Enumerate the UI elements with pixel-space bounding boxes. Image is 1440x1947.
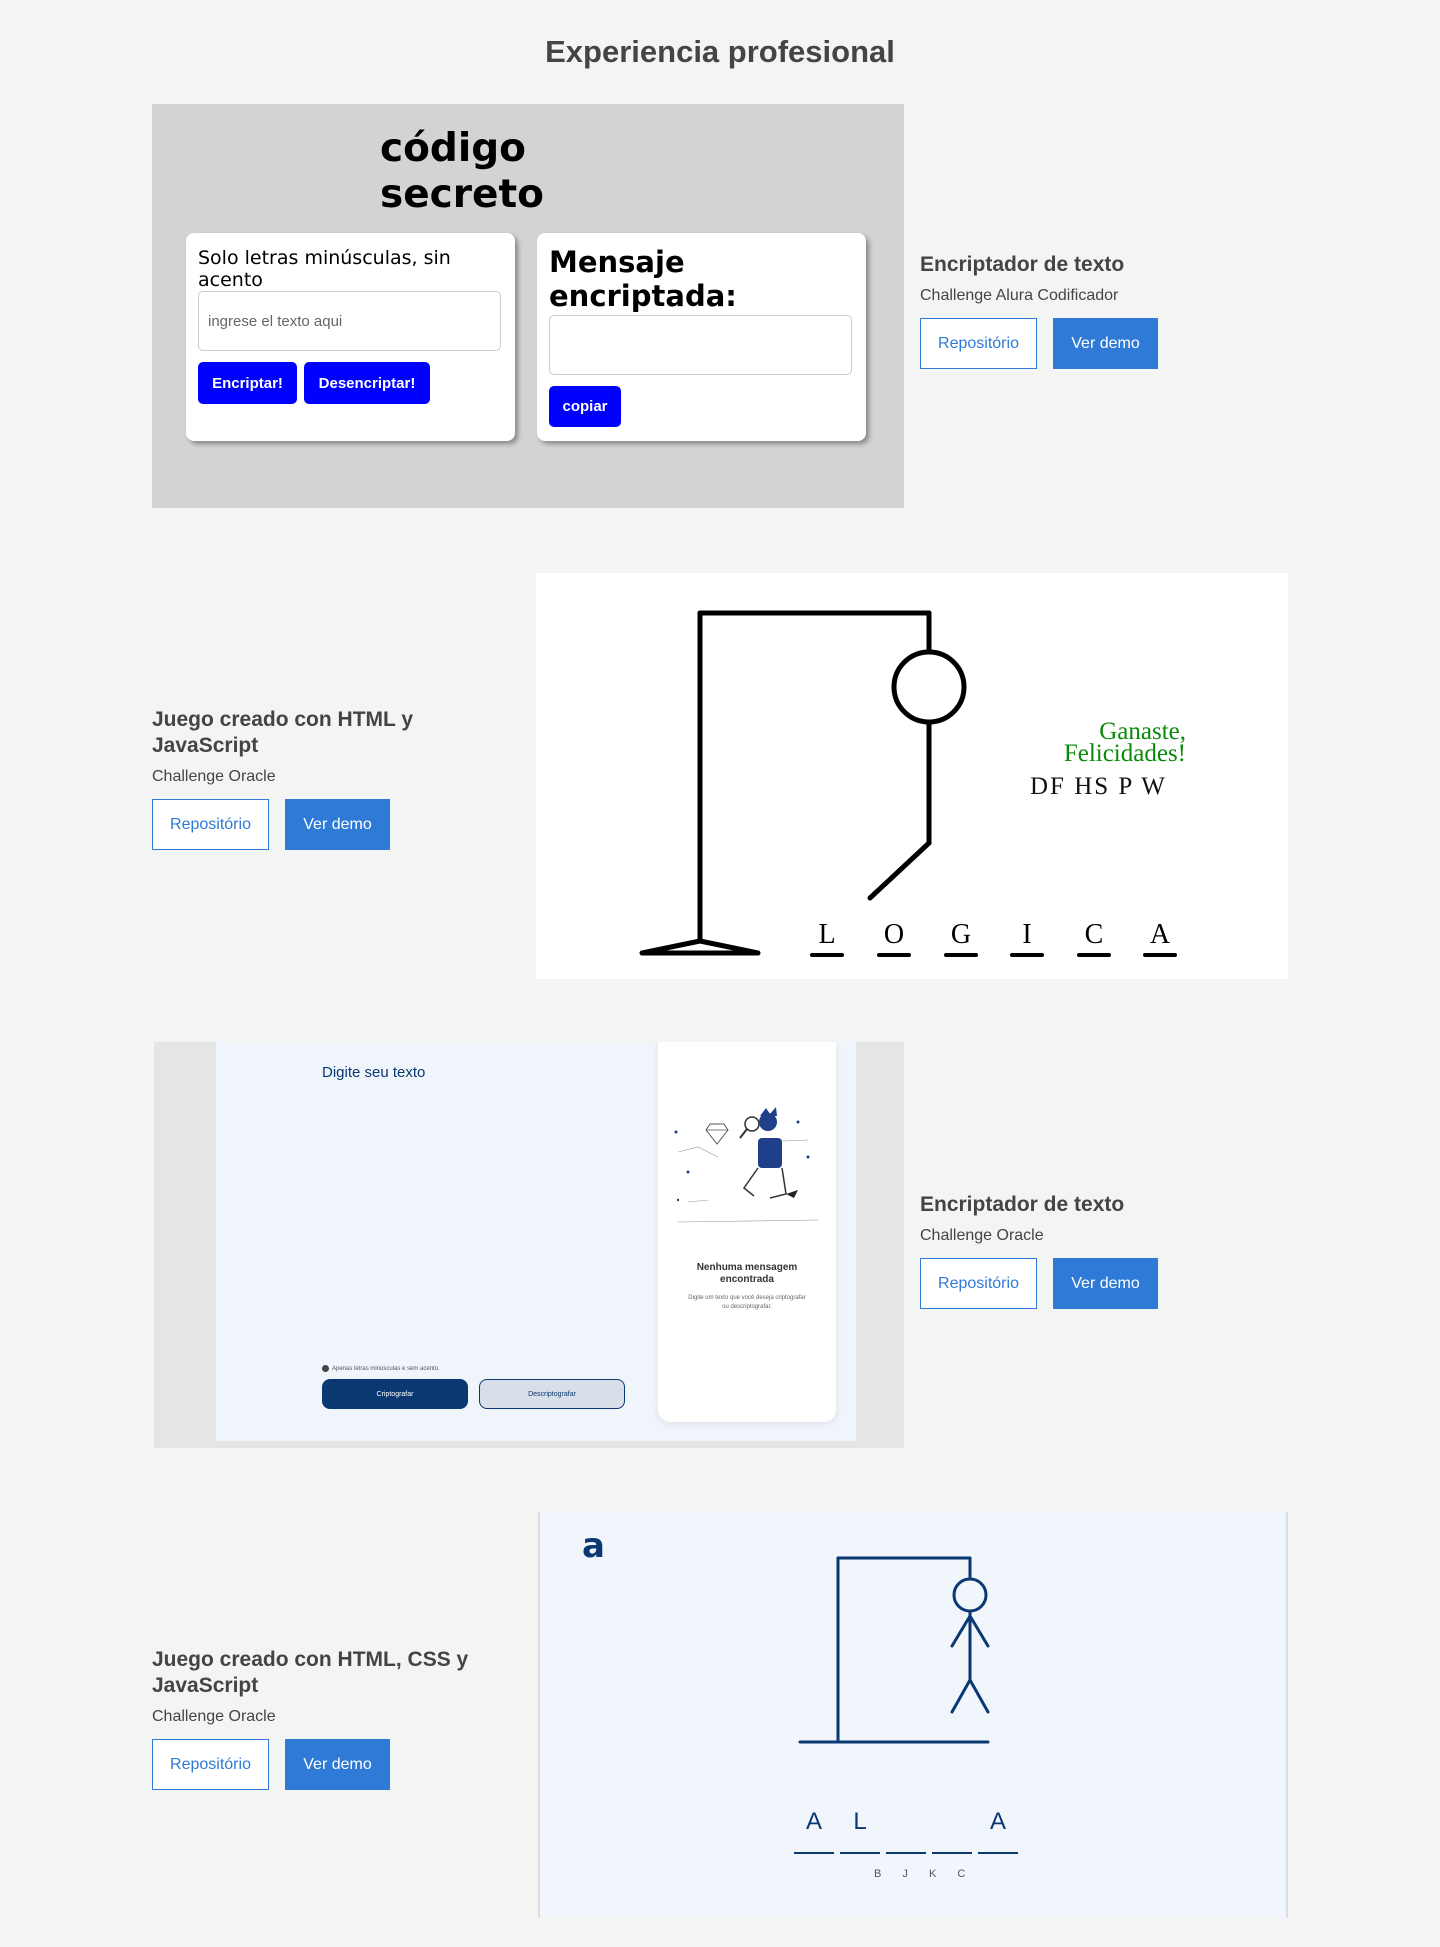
preview-note: Apenas letras minúsculas e sem acento. [322,1365,440,1372]
preview-app-title: código secreto [380,126,544,217]
letter-slot [944,953,978,957]
view-demo-button[interactable]: Ver demo [1053,1258,1158,1309]
preview-encrypt-button: Criptografar [322,1379,468,1409]
project-title: Juego creado con HTML y JavaScript [152,708,413,757]
word-letter: G [950,919,972,950]
preview-encrypt-button: Encriptar! [198,362,297,404]
project-subtitle: Challenge Oracle [152,1708,276,1725]
word-letter: L [853,1808,867,1835]
repository-button[interactable]: Repositório [920,1258,1037,1309]
person-with-magnifier-illustration [674,1107,819,1223]
preview-note-text: Apenas letras minúsculas e sem acento. [332,1365,440,1372]
word-letter: I [1022,919,1032,950]
repository-button[interactable]: Repositório [920,318,1037,369]
view-demo-button[interactable]: Ver demo [285,1739,390,1790]
project-title: Encriptador de texto [920,253,1125,276]
preview-result-panel: Nenhuma mensagem encontrada Digite um te… [658,1042,836,1422]
letter-slot [1010,953,1044,957]
project-subtitle: Challenge Alura Codificador [920,287,1119,304]
letter-slot [794,1852,834,1854]
preview-decrypt-button: Descriptografar [479,1379,625,1409]
preview-output-field [549,315,852,375]
project-title: Juego creado con HTML, CSS y JavaScript [152,1648,469,1697]
no-message-title: Nenhuma mensagem encontrada [696,1262,798,1285]
project-info: Juego creado con HTML y JavaScript Chall… [152,707,452,850]
wrong-letters: B J K C [874,1868,975,1880]
project-info: Encriptador de texto Challenge Alura Cod… [920,252,1158,369]
repository-button[interactable]: Repositório [152,799,269,850]
wrong-letters: DF HS P W [1030,773,1167,800]
letter-slot [810,953,844,957]
preview-input-field: ingrese el texto aqui [198,291,501,351]
view-demo-button[interactable]: Ver demo [285,799,390,850]
project-preview-image: Ganaste, Felicidades! DF HS P W L O G I … [536,573,1288,979]
preview-output-card: Mensaje encriptada: copiar [537,233,866,441]
word-letter: A [805,1808,822,1835]
letter-slot [886,1852,926,1854]
letter-slot [877,953,911,957]
project-title: Encriptador de texto [920,1193,1125,1216]
hangman-drawing [798,1556,990,1744]
preview-decrypt-button: Desencriptar! [304,362,430,404]
letter-slot [978,1852,1018,1854]
repository-button[interactable]: Repositório [152,1739,269,1790]
project-preview-image: a A L A B J K C [538,1512,1288,1918]
word-letter: A [989,1808,1006,1835]
preview-text-placeholder: Digite seu texto [322,1064,426,1081]
project-preview-image: código secreto Solo letras minúsculas, s… [152,104,904,508]
letter-slot [932,1852,972,1854]
letter-slot [1143,953,1177,957]
section-title: Experiencia profesional [545,34,895,69]
project-subtitle: Challenge Oracle [152,768,276,785]
word-letter: L [818,919,836,950]
no-message-description: Digite um texto que você deseja criptogr… [688,1295,806,1310]
info-icon [322,1365,329,1372]
project-subtitle: Challenge Oracle [920,1227,1044,1244]
win-message: Ganaste, Felicidades! [1063,718,1186,767]
word-letter: A [1149,919,1171,950]
preview-input-card: Solo letras minúsculas, sin acento ingre… [186,233,515,441]
preview-input-label: Solo letras minúsculas, sin acento [198,247,451,291]
word-letter: O [883,919,905,950]
preview-output-label: Mensaje encriptada: [549,245,737,313]
view-demo-button[interactable]: Ver demo [1053,318,1158,369]
project-info: Juego creado con HTML, CSS y JavaScript … [152,1647,512,1790]
word-letter: C [1084,919,1104,950]
project-preview-image: Digite seu texto Apenas letras minúscula… [154,1042,904,1448]
project-info: Encriptador de texto Challenge Oracle Re… [920,1192,1158,1309]
letter-slot [1077,953,1111,957]
letter-slot [840,1852,880,1854]
preview-copy-button: copiar [549,386,621,427]
